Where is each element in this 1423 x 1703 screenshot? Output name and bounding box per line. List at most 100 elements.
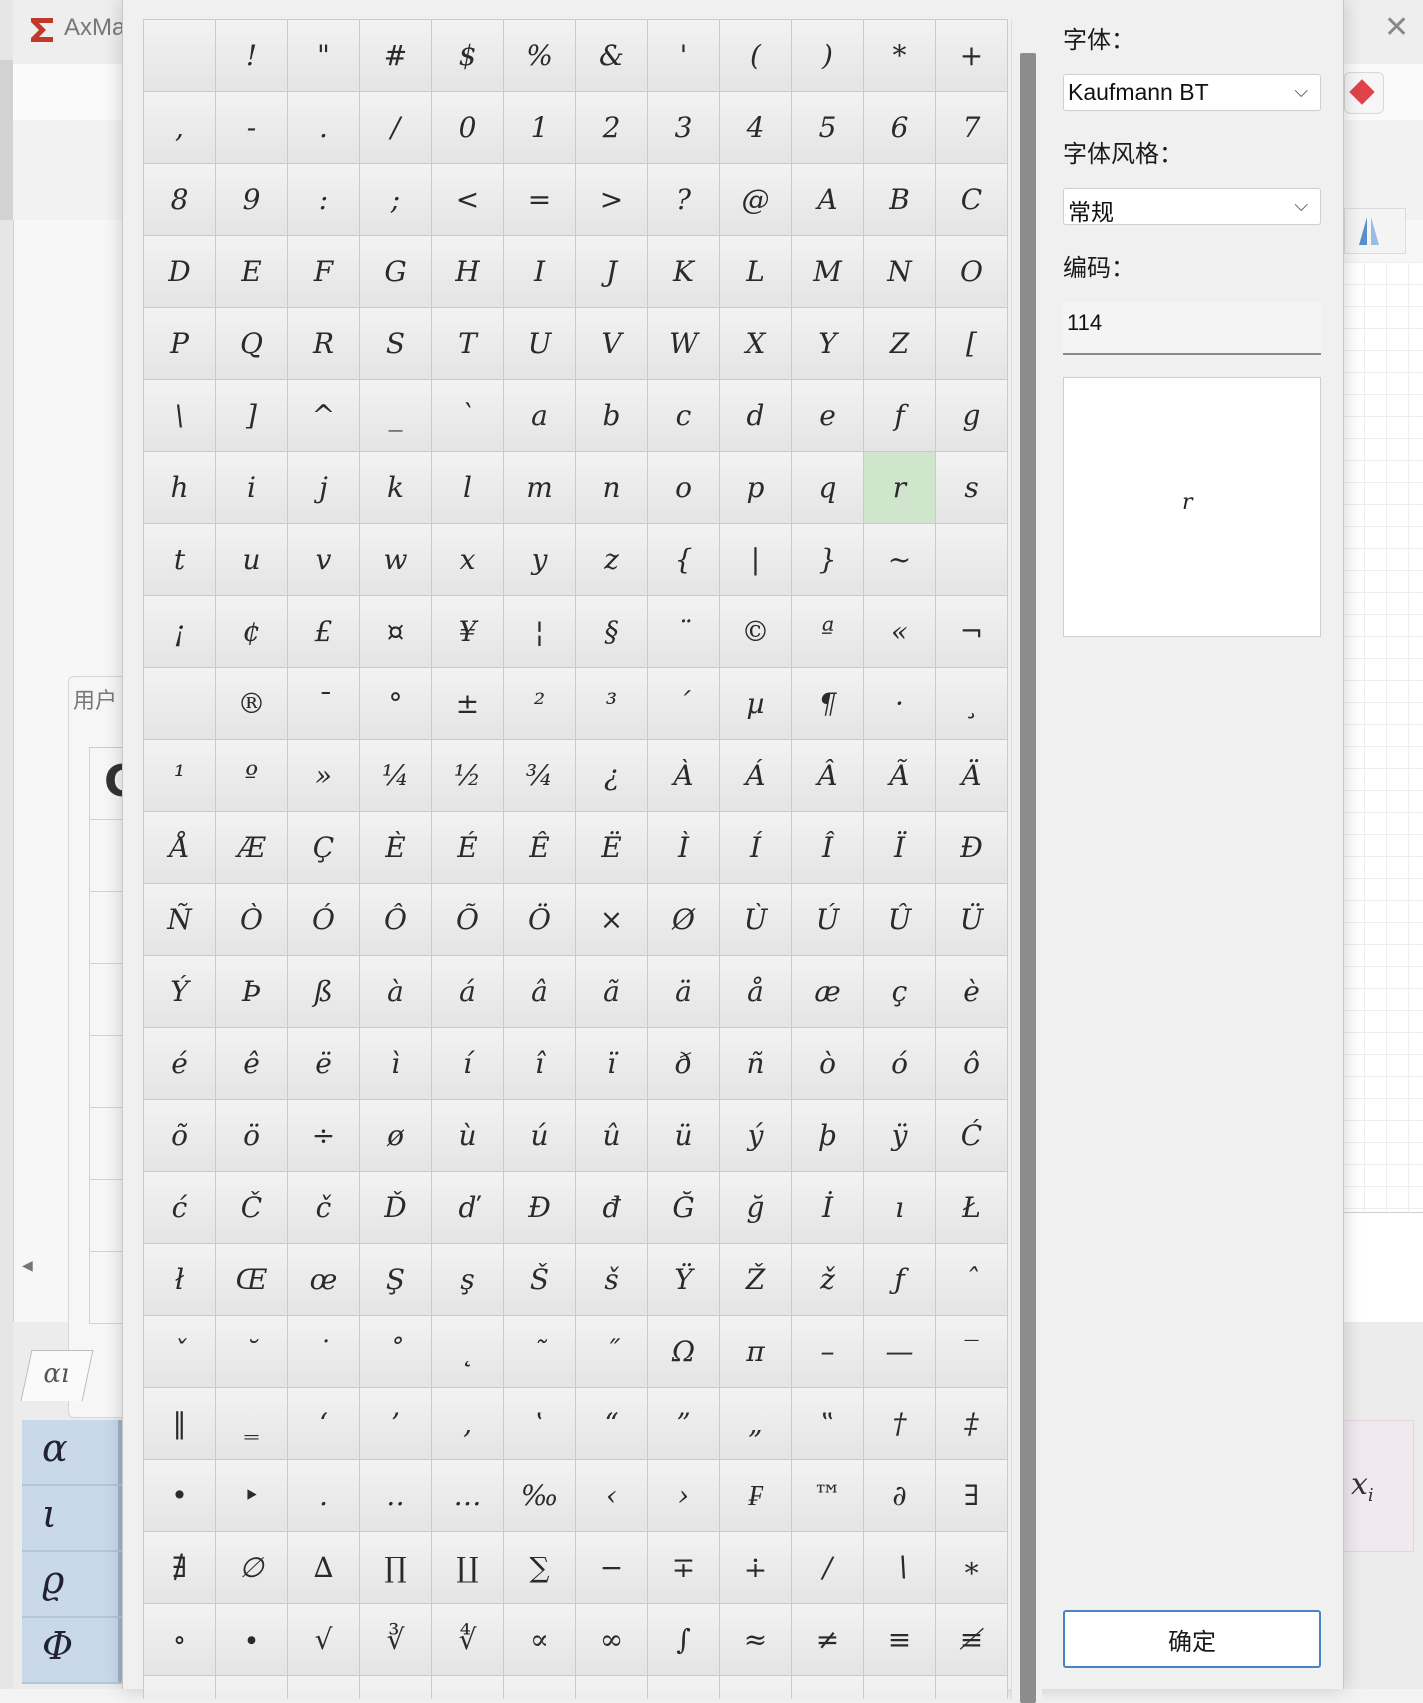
char-cell[interactable]: ∑: [504, 1532, 576, 1604]
char-cell[interactable]: _: [360, 380, 432, 452]
char-cell[interactable]: ¼: [360, 740, 432, 812]
char-cell[interactable]: ∅: [216, 1532, 288, 1604]
char-cell[interactable]: ₣: [720, 1460, 792, 1532]
char-cell[interactable]: R: [288, 308, 360, 380]
char-cell[interactable]: .: [288, 92, 360, 164]
vertical-scrollbar[interactable]: [1011, 19, 1042, 1703]
char-cell[interactable]: Ć: [936, 1100, 1008, 1172]
char-cell[interactable]: ≡: [864, 1604, 936, 1676]
xi-template-button[interactable]: xi: [1342, 1420, 1414, 1552]
char-cell[interactable]: i: [216, 452, 288, 524]
char-cell[interactable]: ^: [288, 380, 360, 452]
char-cell[interactable]: ‰: [504, 1460, 576, 1532]
char-cell[interactable]: [360, 1676, 432, 1699]
char-cell[interactable]: ô: [936, 1028, 1008, 1100]
char-cell[interactable]: Â: [792, 740, 864, 812]
char-cell[interactable]: ž: [792, 1244, 864, 1316]
char-cell[interactable]: ¿: [576, 740, 648, 812]
char-cell[interactable]: ›: [648, 1460, 720, 1532]
char-cell[interactable]: |: [720, 524, 792, 596]
ok-button[interactable]: 确定: [1063, 1610, 1321, 1668]
char-cell[interactable]: ‾: [936, 1316, 1008, 1388]
char-cell[interactable]: ¢: [216, 596, 288, 668]
char-cell[interactable]: ∂: [864, 1460, 936, 1532]
char-cell[interactable]: Č: [216, 1172, 288, 1244]
char-cell[interactable]: Á: [720, 740, 792, 812]
char-cell[interactable]: 7: [936, 92, 1008, 164]
char-cell[interactable]: t: [144, 524, 216, 596]
char-cell[interactable]: ∕: [792, 1532, 864, 1604]
char-cell[interactable]: ć: [144, 1172, 216, 1244]
char-cell[interactable]: %: [504, 20, 576, 92]
char-cell[interactable]: ≠: [792, 1604, 864, 1676]
char-cell[interactable]: ∆: [288, 1532, 360, 1604]
char-cell[interactable]: ‣: [216, 1460, 288, 1532]
char-cell[interactable]: [144, 668, 216, 740]
greek-symbol-button[interactable]: Φ: [22, 1618, 122, 1684]
char-cell[interactable]: Í: [720, 812, 792, 884]
char-cell[interactable]: Æ: [216, 812, 288, 884]
char-cell[interactable]: [648, 1676, 720, 1699]
char-cell[interactable]: ∗: [936, 1532, 1008, 1604]
char-cell[interactable]: +: [936, 20, 1008, 92]
char-cell[interactable]: [216, 1676, 288, 1699]
char-cell[interactable]: x: [432, 524, 504, 596]
char-cell[interactable]: *: [864, 20, 936, 92]
char-cell[interactable]: đ: [576, 1172, 648, 1244]
char-cell[interactable]: ƒ: [864, 1244, 936, 1316]
char-cell[interactable]: ¸: [936, 668, 1008, 740]
char-cell[interactable]: [936, 1676, 1008, 1699]
char-cell[interactable]: š: [576, 1244, 648, 1316]
char-cell[interactable]: ß: [288, 956, 360, 1028]
char-cell[interactable]: g: [936, 380, 1008, 452]
char-cell[interactable]: …: [432, 1460, 504, 1532]
char-cell[interactable]: Ô: [360, 884, 432, 956]
char-cell[interactable]: „: [720, 1388, 792, 1460]
char-cell[interactable]: o: [648, 452, 720, 524]
char-cell[interactable]: c: [648, 380, 720, 452]
char-cell[interactable]: [504, 1676, 576, 1699]
char-cell[interactable]: ğ: [720, 1172, 792, 1244]
char-cell[interactable]: Ğ: [648, 1172, 720, 1244]
char-cell[interactable]: z: [576, 524, 648, 596]
char-cell[interactable]: ¤: [360, 596, 432, 668]
char-cell[interactable]: w: [360, 524, 432, 596]
char-cell[interactable]: Œ: [216, 1244, 288, 1316]
char-cell[interactable]: ÿ: [864, 1100, 936, 1172]
char-cell[interactable]: ½: [432, 740, 504, 812]
char-cell[interactable]: C: [936, 164, 1008, 236]
char-cell[interactable]: ú: [504, 1100, 576, 1172]
char-cell[interactable]: ∓: [648, 1532, 720, 1604]
char-cell[interactable]: ď: [432, 1172, 504, 1244]
char-cell[interactable]: ․: [288, 1460, 360, 1532]
document-canvas[interactable]: [1342, 262, 1423, 1212]
char-cell[interactable]: ó: [864, 1028, 936, 1100]
char-cell[interactable]: ∔: [720, 1532, 792, 1604]
char-cell[interactable]: j: [288, 452, 360, 524]
char-cell[interactable]: n: [576, 452, 648, 524]
char-cell[interactable]: 4: [720, 92, 792, 164]
char-cell[interactable]: L: [720, 236, 792, 308]
char-cell[interactable]: 9: [216, 164, 288, 236]
char-cell[interactable]: –: [792, 1316, 864, 1388]
greek-symbol-button[interactable]: ϱ: [22, 1552, 122, 1618]
char-cell[interactable]: þ: [792, 1100, 864, 1172]
char-cell[interactable]: —: [864, 1316, 936, 1388]
char-cell[interactable]: º: [216, 740, 288, 812]
char-cell[interactable]: Y: [792, 308, 864, 380]
char-cell[interactable]: [144, 1676, 216, 1699]
char-cell[interactable]: e: [792, 380, 864, 452]
char-cell[interactable]: °: [360, 668, 432, 740]
char-cell[interactable]: Š: [504, 1244, 576, 1316]
char-cell[interactable]: Ê: [504, 812, 576, 884]
char-cell[interactable]: à: [360, 956, 432, 1028]
char-cell[interactable]: W: [648, 308, 720, 380]
char-cell[interactable]: ≈: [720, 1604, 792, 1676]
char-cell[interactable]: ˝: [576, 1316, 648, 1388]
char-cell[interactable]: ∖: [864, 1532, 936, 1604]
char-cell[interactable]: ç: [864, 956, 936, 1028]
char-cell[interactable]: /: [360, 92, 432, 164]
char-cell[interactable]: µ: [720, 668, 792, 740]
char-cell[interactable]: \: [144, 380, 216, 452]
char-cell[interactable]: ‘: [288, 1388, 360, 1460]
